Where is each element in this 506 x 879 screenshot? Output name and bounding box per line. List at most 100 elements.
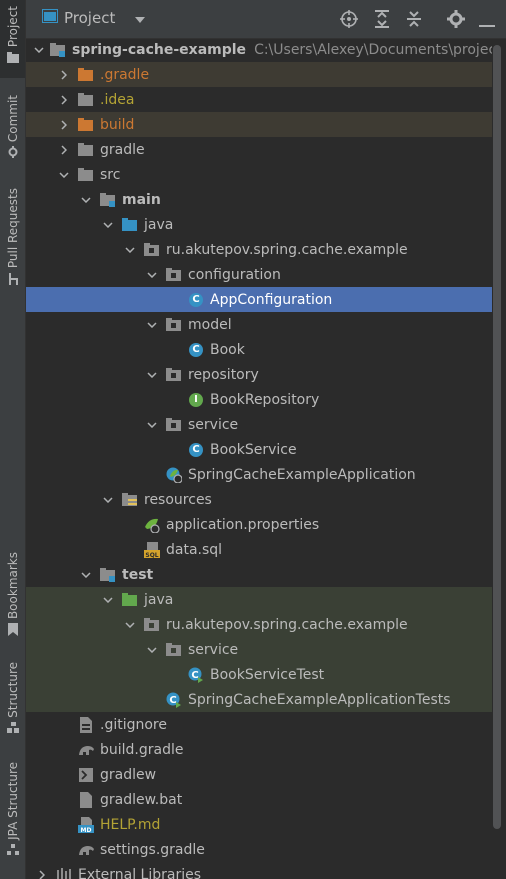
chevron-down-icon[interactable] xyxy=(144,367,160,383)
chevron-down-icon[interactable] xyxy=(144,317,160,333)
expand-all-icon[interactable] xyxy=(373,10,391,32)
chevron-right-icon[interactable] xyxy=(56,92,72,108)
tree-row-bookservice[interactable]: C BookService xyxy=(26,437,492,462)
svg-text:C: C xyxy=(169,695,176,706)
tree-item-label: External Libraries xyxy=(78,866,201,879)
jpa-icon xyxy=(6,843,19,860)
tree-item-label: service xyxy=(188,641,239,658)
tree-row-src[interactable]: src xyxy=(26,162,492,187)
tree-row-idea[interactable]: .idea xyxy=(26,87,492,112)
project-tree: spring-cache-example C:\Users\Alexey\Doc… xyxy=(26,39,492,879)
chevron-down-icon[interactable] xyxy=(56,167,72,183)
class-icon: C xyxy=(188,292,204,308)
class-icon: C xyxy=(188,442,204,458)
tree-row-external-libraries[interactable]: External Libraries xyxy=(26,862,492,879)
package-icon xyxy=(166,417,182,433)
tree-row-repository[interactable]: repository xyxy=(26,362,492,387)
tree-row-main[interactable]: main xyxy=(26,187,492,212)
gradle-icon xyxy=(78,742,94,758)
locate-icon[interactable] xyxy=(340,10,358,32)
tree-row-gradlew[interactable]: gradlew xyxy=(26,762,492,787)
tree-row-build-gradle[interactable]: build.gradle xyxy=(26,737,492,762)
tree-row-bookservicetest[interactable]: C BookServiceTest xyxy=(26,662,492,687)
tree-row-application[interactable]: SpringCacheExampleApplication xyxy=(26,462,492,487)
tree-row-root[interactable]: spring-cache-example C:\Users\Alexey\Doc… xyxy=(26,39,492,62)
tab-jpa-structure[interactable]: JPA Structure xyxy=(0,762,25,866)
tree-item-label: data.sql xyxy=(166,541,223,558)
tree-row-application-tests[interactable]: C SpringCacheExampleApplicationTests xyxy=(26,687,492,712)
tree-row-java[interactable]: java xyxy=(26,212,492,237)
structure-icon xyxy=(6,721,19,738)
chevron-right-icon[interactable] xyxy=(56,142,72,158)
tab-bookmarks[interactable]: Bookmarks xyxy=(0,552,25,642)
chevron-down-icon[interactable] xyxy=(144,642,160,658)
folder-icon xyxy=(78,167,94,183)
svg-text:C: C xyxy=(191,670,198,681)
package-icon xyxy=(166,267,182,283)
chevron-down-icon[interactable] xyxy=(100,217,116,233)
tree-row-gradle[interactable]: gradle xyxy=(26,137,492,162)
tree-row-model[interactable]: model xyxy=(26,312,492,337)
tree-item-label: java xyxy=(144,216,174,233)
tree-row-configuration[interactable]: configuration xyxy=(26,262,492,287)
tree-item-label: gradle xyxy=(100,141,145,158)
tree-row-test-package[interactable]: ru.akutepov.spring.cache.example xyxy=(26,612,492,637)
tree-row-service[interactable]: service xyxy=(26,412,492,437)
chevron-right-icon[interactable] xyxy=(34,867,50,879)
vertical-scrollbar[interactable] xyxy=(493,45,501,829)
tree-row-help-md[interactable]: MD HELP.md xyxy=(26,812,492,837)
tree-row-package[interactable]: ru.akutepov.spring.cache.example xyxy=(26,237,492,262)
project-toolbar: Project xyxy=(26,0,506,39)
tree-row-settings-gradle[interactable]: settings.gradle xyxy=(26,837,492,862)
chevron-down-icon[interactable] xyxy=(122,617,138,633)
tree-row-application-properties[interactable]: application.properties xyxy=(26,512,492,537)
chevron-down-icon[interactable] xyxy=(100,492,116,508)
chevron-down-icon[interactable] xyxy=(78,567,94,583)
tab-commit[interactable]: Commit xyxy=(0,95,25,165)
tree-row-test[interactable]: test xyxy=(26,562,492,587)
tree-row-data-sql[interactable]: SQL data.sql xyxy=(26,537,492,562)
tree-item-label: .idea xyxy=(100,91,135,108)
libraries-icon xyxy=(56,867,72,879)
tab-pull-requests[interactable]: Pull Requests xyxy=(0,188,25,288)
gear-icon[interactable] xyxy=(447,10,465,32)
tree-item-label: gradlew xyxy=(100,766,157,783)
tree-row-book[interactable]: C Book xyxy=(26,337,492,362)
tab-structure[interactable]: Structure xyxy=(0,662,25,740)
folder-icon xyxy=(78,142,94,158)
resources-folder-icon xyxy=(122,492,138,508)
chevron-down-icon[interactable] xyxy=(100,592,116,608)
tab-project[interactable]: Project xyxy=(0,0,25,78)
chevron-down-icon[interactable] xyxy=(122,242,138,258)
tree-row-test-java[interactable]: java xyxy=(26,587,492,612)
tab-project-label: Project xyxy=(5,6,20,48)
tree-row-appconfiguration[interactable]: C AppConfiguration xyxy=(26,287,492,312)
chevron-down-icon[interactable] xyxy=(144,417,160,433)
tab-bookmarks-label: Bookmarks xyxy=(5,552,20,620)
tree-item-label: src xyxy=(100,166,121,183)
svg-text:MD: MD xyxy=(81,827,92,833)
tree-row-gitignore[interactable]: .gitignore xyxy=(26,712,492,737)
tree-row-gradlew-bat[interactable]: gradlew.bat xyxy=(26,787,492,812)
chevron-down-icon[interactable] xyxy=(34,42,44,58)
view-selector[interactable]: Project xyxy=(42,9,146,27)
view-title: Project xyxy=(64,9,116,27)
tree-row-bookrepository[interactable]: I BookRepository xyxy=(26,387,492,412)
minimize-icon[interactable] xyxy=(479,17,495,33)
tree-row-test-service[interactable]: service xyxy=(26,637,492,662)
tree-row-gradle-cache[interactable]: .gradle xyxy=(26,62,492,87)
chevron-down-icon[interactable] xyxy=(144,267,160,283)
excluded-folder-icon xyxy=(78,67,94,83)
tree-item-label: SpringCacheExampleApplicationTests xyxy=(188,691,451,708)
chevron-right-icon[interactable] xyxy=(56,67,72,83)
tree-item-label: build.gradle xyxy=(100,741,184,758)
tree-row-resources[interactable]: resources xyxy=(26,487,492,512)
tab-pull-requests-label: Pull Requests xyxy=(5,188,20,269)
tree-row-build[interactable]: build xyxy=(26,112,492,137)
bookmark-icon xyxy=(7,623,18,640)
collapse-all-icon[interactable] xyxy=(405,10,423,32)
chevron-down-icon[interactable] xyxy=(78,192,94,208)
root-path: C:\Users\Alexey\Documents\projects\sp xyxy=(254,41,492,58)
tree-item-label: BookRepository xyxy=(210,391,320,408)
chevron-right-icon[interactable] xyxy=(56,117,72,133)
